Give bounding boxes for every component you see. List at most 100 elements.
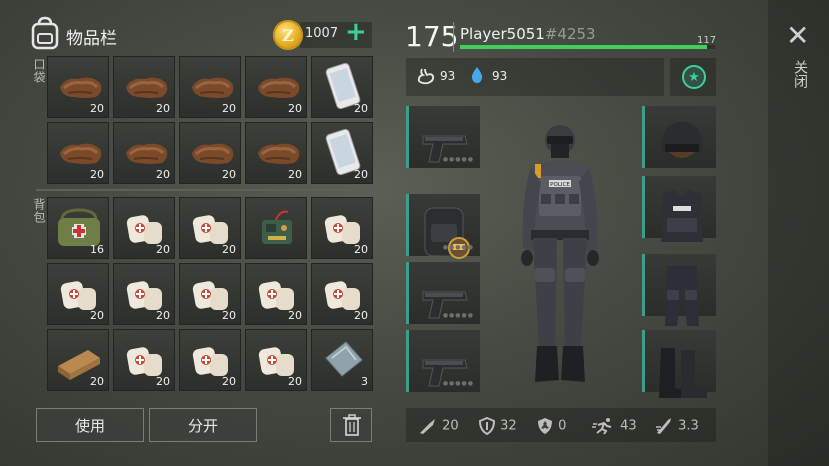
item-count: 20	[90, 168, 104, 181]
backpack-slot[interactable]: 16	[47, 197, 109, 259]
player-level: 175	[405, 20, 459, 53]
player-name: Player5051	[460, 25, 545, 43]
equip-slot-vest[interactable]	[642, 176, 716, 242]
section-divider	[36, 189, 372, 191]
stealth-stat: 3.3	[654, 417, 699, 435]
stomach-icon	[416, 67, 436, 89]
running-icon	[592, 418, 612, 435]
equip-slot-pistol[interactable]: ●●●●●	[406, 330, 480, 392]
backpack-slot[interactable]: 20	[245, 263, 307, 325]
item-count: 20	[90, 309, 104, 322]
speed-stat: 43	[592, 417, 637, 435]
backpack-slot[interactable]: 20	[179, 197, 241, 259]
item-count: 20	[354, 168, 368, 181]
level-separator	[453, 22, 454, 52]
split-button[interactable]: 分开	[149, 408, 257, 442]
trash-button[interactable]	[330, 408, 372, 442]
equip-slot-pistol[interactable]: ●●●●●	[406, 262, 480, 324]
pants-icon	[665, 266, 699, 326]
backpack-label: 背包	[32, 198, 46, 224]
equip-slot-pistol[interactable]: ●●●●●	[406, 106, 480, 168]
item-count: 20	[222, 102, 236, 115]
item-count: 20	[156, 309, 170, 322]
pocket-slot[interactable]: 20	[245, 122, 307, 184]
item-count: 20	[288, 375, 302, 388]
item-count: 20	[222, 168, 236, 181]
item-count: 3	[361, 375, 368, 388]
shield-icon	[478, 416, 496, 436]
pocket-slot[interactable]: 20	[311, 122, 373, 184]
pocket-slot[interactable]: 20	[47, 56, 109, 118]
item-count: 20	[288, 309, 302, 322]
backpack-slot[interactable]	[245, 197, 307, 259]
item-count: 20	[90, 102, 104, 115]
durability-dots: ●●●●●	[442, 312, 474, 319]
stealth-icon	[656, 418, 671, 434]
backpack-icon	[30, 16, 60, 50]
item-count: 20	[156, 102, 170, 115]
food-value: 93	[440, 69, 456, 83]
boots-icon	[659, 348, 707, 398]
trash-icon	[343, 414, 361, 436]
durability-dots: ●●●●●	[442, 244, 474, 251]
inventory-title: 物品栏	[66, 29, 117, 49]
use-button[interactable]: 使用	[36, 408, 144, 442]
equip-slot-backpack[interactable]: ●●●●●	[406, 194, 480, 259]
add-coins-button[interactable]: +	[345, 19, 367, 45]
knife-icon	[420, 419, 435, 434]
pocket-slot[interactable]: 20	[179, 122, 241, 184]
water-drop-icon	[470, 66, 484, 88]
backpack-slot[interactable]: 20	[311, 197, 373, 259]
backpack-slot[interactable]: 20	[47, 263, 109, 325]
item-count: 20	[354, 102, 368, 115]
pocket-slot[interactable]: 20	[179, 56, 241, 118]
backpack-slot[interactable]: 20	[47, 329, 109, 391]
item-count: 20	[354, 243, 368, 256]
radiation-value: 0	[558, 418, 567, 434]
equip-slot-pants[interactable]	[642, 254, 716, 326]
coin-icon: Z	[273, 20, 303, 50]
coin-balance: 1007	[305, 26, 339, 41]
player-tag: #4253	[544, 25, 596, 43]
backpack-slot[interactable]: 20	[113, 329, 175, 391]
pocket-slot[interactable]: 20	[47, 122, 109, 184]
item-count: 20	[90, 375, 104, 388]
item-count: 20	[156, 243, 170, 256]
water-value: 93	[492, 69, 508, 83]
vest-icon	[661, 190, 703, 242]
attack-stat: 20	[418, 417, 459, 435]
pistol-icon	[422, 135, 468, 163]
item-count: 20	[222, 309, 236, 322]
svg-text:POLICE: POLICE	[550, 182, 570, 188]
xp-bar	[460, 45, 715, 49]
stealth-value: 3.3	[678, 418, 699, 434]
pocket-slot[interactable]: 20	[311, 56, 373, 118]
defense-value: 32	[500, 418, 517, 434]
item-count: 20	[222, 375, 236, 388]
backpack-slot[interactable]: 3	[311, 329, 373, 391]
equip-slot-helmet[interactable]	[642, 106, 716, 168]
durability-dots: ●●●●●	[442, 380, 474, 387]
star-button[interactable]: ★	[682, 65, 706, 89]
backpack-slot[interactable]: 20	[179, 263, 241, 325]
pocket-slot[interactable]: 20	[113, 122, 175, 184]
backpack-slot[interactable]: 20	[245, 329, 307, 391]
backpack-slot[interactable]: 20	[311, 263, 373, 325]
pockets-label: 口袋	[32, 58, 46, 84]
equip-slot-boots[interactable]	[642, 330, 716, 398]
backpack-slot[interactable]: 20	[113, 197, 175, 259]
backpack-slot[interactable]: 20	[179, 329, 241, 391]
player-character: POLICE	[505, 118, 615, 394]
backpack-slot[interactable]: 20	[113, 263, 175, 325]
pocket-slot[interactable]: 20	[245, 56, 307, 118]
item-count: 16	[90, 243, 104, 256]
pocket-slot[interactable]: 20	[113, 56, 175, 118]
player-name-block: Player5051#4253	[460, 25, 596, 43]
speed-value: 43	[620, 418, 637, 434]
durability-dots: ●●●●●	[442, 156, 474, 163]
item-count: 20	[354, 309, 368, 322]
close-label[interactable]: 关闭	[790, 60, 810, 88]
close-button[interactable]: ✕	[786, 22, 809, 50]
pistol-icon	[422, 359, 468, 387]
item-count: 20	[288, 168, 302, 181]
